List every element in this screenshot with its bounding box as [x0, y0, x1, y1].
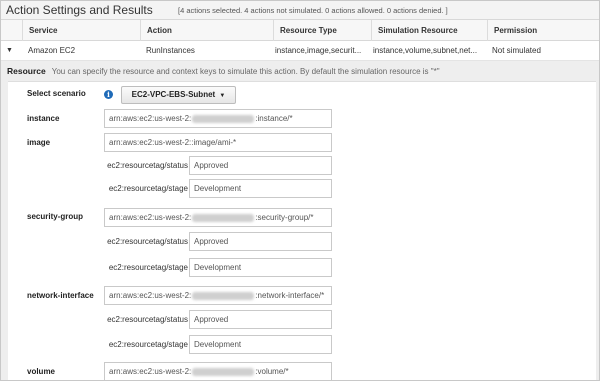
volume-label: volume — [27, 367, 56, 376]
scenario-selected: EC2-VPC-EBS-Subnet — [131, 90, 216, 99]
image-stage-field[interactable]: Development — [189, 179, 332, 198]
instance-arn-field[interactable]: arn:aws:ec2:us-west-2: :instance/* — [104, 109, 332, 128]
security-group-status-field[interactable]: Approved — [189, 232, 332, 251]
scenario-dropdown[interactable]: EC2-VPC-EBS-Subnet ▼ — [121, 86, 236, 104]
image-stage-key: ec2:resourcetag/stage — [108, 184, 188, 193]
network-interface-stage-field[interactable]: Development — [189, 335, 332, 354]
column-permission[interactable]: Permission — [487, 20, 599, 41]
resource-detail: Resource You can specify the resource and… — [1, 61, 599, 380]
arn-suffix: :security-group/* — [255, 213, 314, 222]
redacted-account-id — [192, 367, 255, 376]
network-interface-status-key: ec2:resourcetag/status — [107, 315, 188, 324]
caret-down-icon[interactable]: ▼ — [6, 41, 13, 61]
column-service[interactable]: Service — [22, 20, 127, 41]
image-status-field[interactable]: Approved — [189, 156, 332, 175]
arn-prefix: arn:aws:ec2:us-west-2: — [109, 291, 192, 300]
security-group-stage-key: ec2:resourcetag/stage — [108, 263, 188, 272]
arn-suffix: :volume/* — [255, 367, 289, 376]
security-group-arn-field[interactable]: arn:aws:ec2:us-west-2: :security-group/* — [104, 208, 332, 227]
resource-form: Select scenario i EC2-VPC-EBS-Subnet ▼ i… — [8, 81, 596, 380]
image-status-key: ec2:resourcetag/status — [107, 161, 188, 170]
cell-simulation-resource: instance,volume,subnet,net... — [373, 46, 478, 55]
instance-label: instance — [27, 114, 60, 123]
section-title: Action Settings and Results — [6, 3, 153, 17]
table-row[interactable]: ▼ Amazon EC2 RunInstances instance,image… — [1, 41, 599, 61]
info-icon[interactable]: i — [104, 90, 113, 99]
caret-down-icon: ▼ — [219, 93, 226, 99]
column-resource-type[interactable]: Resource Type — [273, 20, 371, 41]
network-interface-arn-field[interactable]: arn:aws:ec2:us-west-2: :network-interface… — [104, 286, 332, 305]
redacted-account-id — [192, 213, 255, 222]
cell-permission: Not simulated — [492, 46, 541, 55]
column-simulation-resource[interactable]: Simulation Resource — [371, 20, 487, 41]
network-interface-label: network-interface — [27, 291, 94, 300]
column-action[interactable]: Action — [140, 20, 273, 41]
security-group-label: security-group — [27, 212, 84, 221]
scenario-label: Select scenario — [27, 89, 86, 98]
image-arn-field[interactable]: arn:aws:ec2:us-west-2::image/ami-* — [104, 133, 332, 152]
resource-description: You can specify the resource and context… — [51, 67, 440, 76]
action-settings-panel: Action Settings and Results [4 actions s… — [0, 0, 600, 381]
network-interface-stage-key: ec2:resourcetag/stage — [108, 340, 188, 349]
volume-arn-field[interactable]: arn:aws:ec2:us-west-2: :volume/* — [104, 362, 332, 380]
security-group-stage-field[interactable]: Development — [189, 258, 332, 277]
arn-prefix: arn:aws:ec2:us-west-2: — [109, 367, 192, 376]
section-header: Action Settings and Results [4 actions s… — [1, 1, 599, 20]
network-interface-status-field[interactable]: Approved — [189, 310, 332, 329]
cell-action: RunInstances — [146, 46, 195, 55]
cell-resource-type: instance,image,securit... — [275, 46, 362, 55]
arn-prefix: arn:aws:ec2:us-west-2: — [109, 114, 192, 123]
image-label: image — [27, 138, 51, 147]
arn-suffix: :network-interface/* — [255, 291, 325, 300]
arn-prefix: arn:aws:ec2:us-west-2: — [109, 213, 192, 222]
security-group-status-key: ec2:resourcetag/status — [107, 237, 188, 246]
results-table-header: Service Action Resource Type Simulation … — [1, 20, 599, 41]
redacted-account-id — [192, 291, 255, 300]
resource-bar: Resource You can specify the resource and… — [1, 61, 599, 81]
arn-suffix: :instance/* — [255, 114, 293, 123]
resource-heading: Resource — [7, 66, 46, 76]
actions-summary: [4 actions selected. 4 actions not simul… — [178, 6, 448, 15]
redacted-account-id — [192, 114, 255, 123]
cell-service: Amazon EC2 — [28, 46, 76, 55]
